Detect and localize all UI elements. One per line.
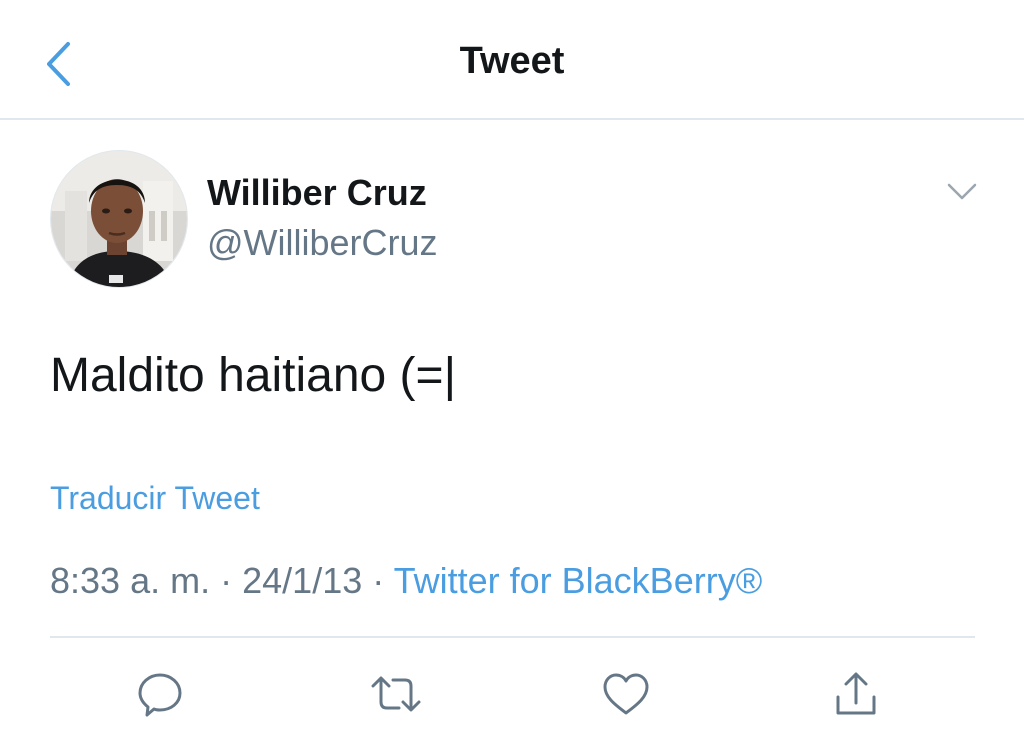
tweet-source-link[interactable]: Twitter for BlackBerry®: [394, 560, 763, 601]
translate-tweet-link[interactable]: Traducir Tweet: [50, 480, 260, 517]
chevron-down-icon: [947, 183, 977, 201]
retweet-icon: [369, 670, 423, 718]
like-icon: [601, 671, 651, 717]
retweet-button[interactable]: [366, 666, 426, 722]
author-display-name[interactable]: Williber Cruz: [207, 172, 427, 214]
author-handle[interactable]: @WilliberCruz: [207, 222, 438, 264]
divider: [50, 636, 975, 638]
tweet-metadata: 8:33 a. m. · 24/1/13 · Twitter for Black…: [50, 560, 762, 602]
reply-icon: [136, 670, 184, 718]
tweet-date: 24/1/13: [242, 560, 363, 601]
meta-separator: ·: [220, 560, 233, 601]
avatar[interactable]: [50, 150, 188, 288]
tweet-text: Maldito haitiano (=|: [50, 349, 457, 402]
tweet-time: 8:33 a. m.: [50, 560, 211, 601]
meta-separator: ·: [372, 560, 385, 601]
share-button[interactable]: [826, 666, 886, 722]
page-title: Tweet: [459, 40, 565, 82]
navigation-bar: Tweet: [0, 0, 1024, 120]
share-icon: [832, 669, 880, 719]
more-options-button[interactable]: [938, 172, 986, 212]
reply-button[interactable]: [130, 666, 190, 722]
like-button[interactable]: [596, 666, 656, 722]
